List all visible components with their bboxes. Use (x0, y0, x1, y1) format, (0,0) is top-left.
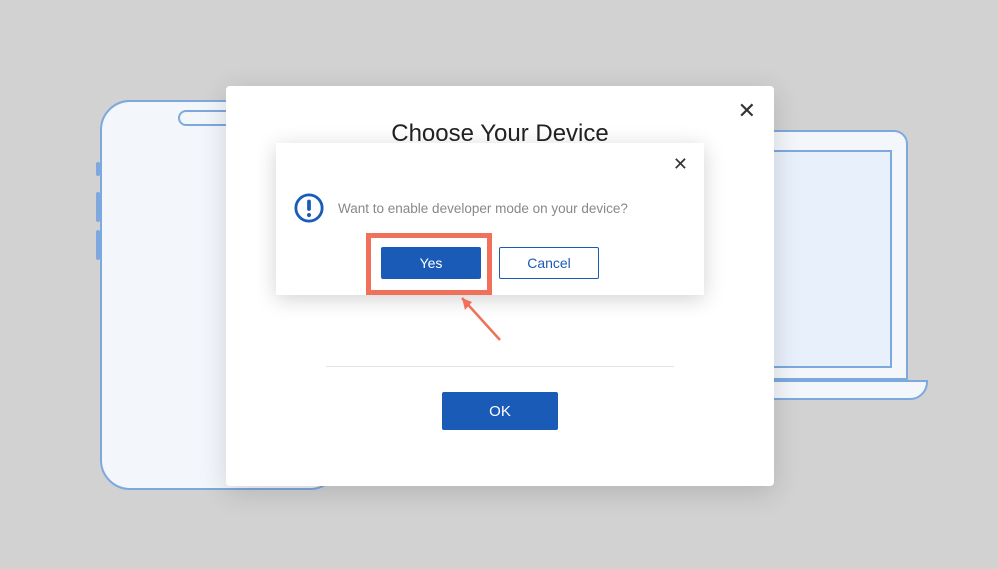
confirm-dialog: ✕ Want to enable developer mode on your … (276, 143, 704, 295)
exclamation-icon (294, 193, 324, 223)
confirm-message: Want to enable developer mode on your de… (338, 201, 628, 216)
cancel-button[interactable]: Cancel (499, 247, 599, 279)
yes-button[interactable]: Yes (381, 247, 481, 279)
close-icon[interactable]: ✕ (673, 155, 688, 173)
divider (326, 366, 674, 367)
ok-button[interactable]: OK (442, 392, 558, 430)
close-icon[interactable]: ✕ (738, 100, 756, 122)
